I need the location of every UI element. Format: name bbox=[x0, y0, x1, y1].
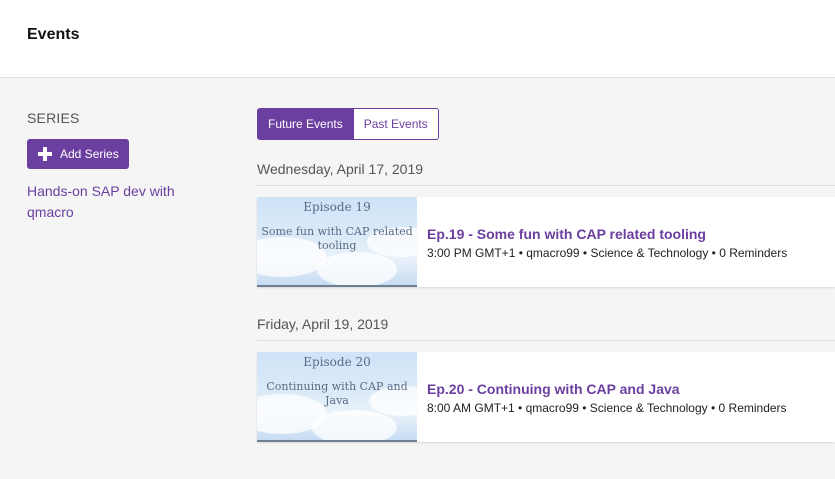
event-thumbnail[interactable]: Episode 19 Some fun with CAP related too… bbox=[257, 197, 417, 287]
event-info: Ep.19 - Some fun with CAP related toolin… bbox=[417, 197, 787, 287]
event-card[interactable]: Episode 19 Some fun with CAP related too… bbox=[257, 197, 835, 287]
date-heading: Wednesday, April 17, 2019 bbox=[257, 161, 835, 186]
add-series-label: Add Series bbox=[60, 147, 119, 161]
event-meta: 8:00 AM GMT+1 • qmacro99 • Science & Tec… bbox=[427, 401, 787, 415]
event-title[interactable]: Ep.20 - Continuing with CAP and Java bbox=[427, 381, 787, 397]
series-link[interactable]: Hands-on SAP dev with qmacro bbox=[27, 181, 197, 223]
plus-icon bbox=[38, 147, 52, 161]
add-series-button[interactable]: Add Series bbox=[27, 139, 129, 169]
sidebar: SERIES Add Series Hands-on SAP dev with … bbox=[27, 110, 227, 223]
event-info: Ep.20 - Continuing with CAP and Java 8:0… bbox=[417, 352, 787, 442]
event-meta: 3:00 PM GMT+1 • qmacro99 • Science & Tec… bbox=[427, 246, 788, 260]
event-tabs: Future Events Past Events bbox=[257, 108, 835, 140]
day-group: Friday, April 19, 2019 Episode 20 Contin… bbox=[257, 316, 835, 442]
events-main: Future Events Past Events Wednesday, Apr… bbox=[257, 108, 835, 442]
day-group: Wednesday, April 17, 2019 Episode 19 Som… bbox=[257, 161, 835, 287]
event-card[interactable]: Episode 20 Continuing with CAP and Java … bbox=[257, 352, 835, 442]
date-heading: Friday, April 19, 2019 bbox=[257, 316, 835, 341]
cloud-shape bbox=[317, 252, 397, 285]
tab-past-events[interactable]: Past Events bbox=[353, 108, 439, 140]
event-thumbnail[interactable]: Episode 20 Continuing with CAP and Java bbox=[257, 352, 417, 442]
thumbnail-title: Some fun with CAP related tooling bbox=[261, 225, 413, 252]
thumbnail-episode: Episode 19 bbox=[303, 200, 371, 214]
tab-future-events[interactable]: Future Events bbox=[257, 108, 354, 140]
series-heading: SERIES bbox=[27, 110, 80, 126]
cloud-shape bbox=[312, 410, 397, 440]
thumbnail-episode: Episode 20 bbox=[303, 355, 371, 369]
thumbnail-title: Continuing with CAP and Java bbox=[266, 380, 408, 407]
page-header: Events bbox=[0, 0, 835, 78]
event-title[interactable]: Ep.19 - Some fun with CAP related toolin… bbox=[427, 226, 787, 242]
page-title: Events bbox=[27, 26, 80, 43]
